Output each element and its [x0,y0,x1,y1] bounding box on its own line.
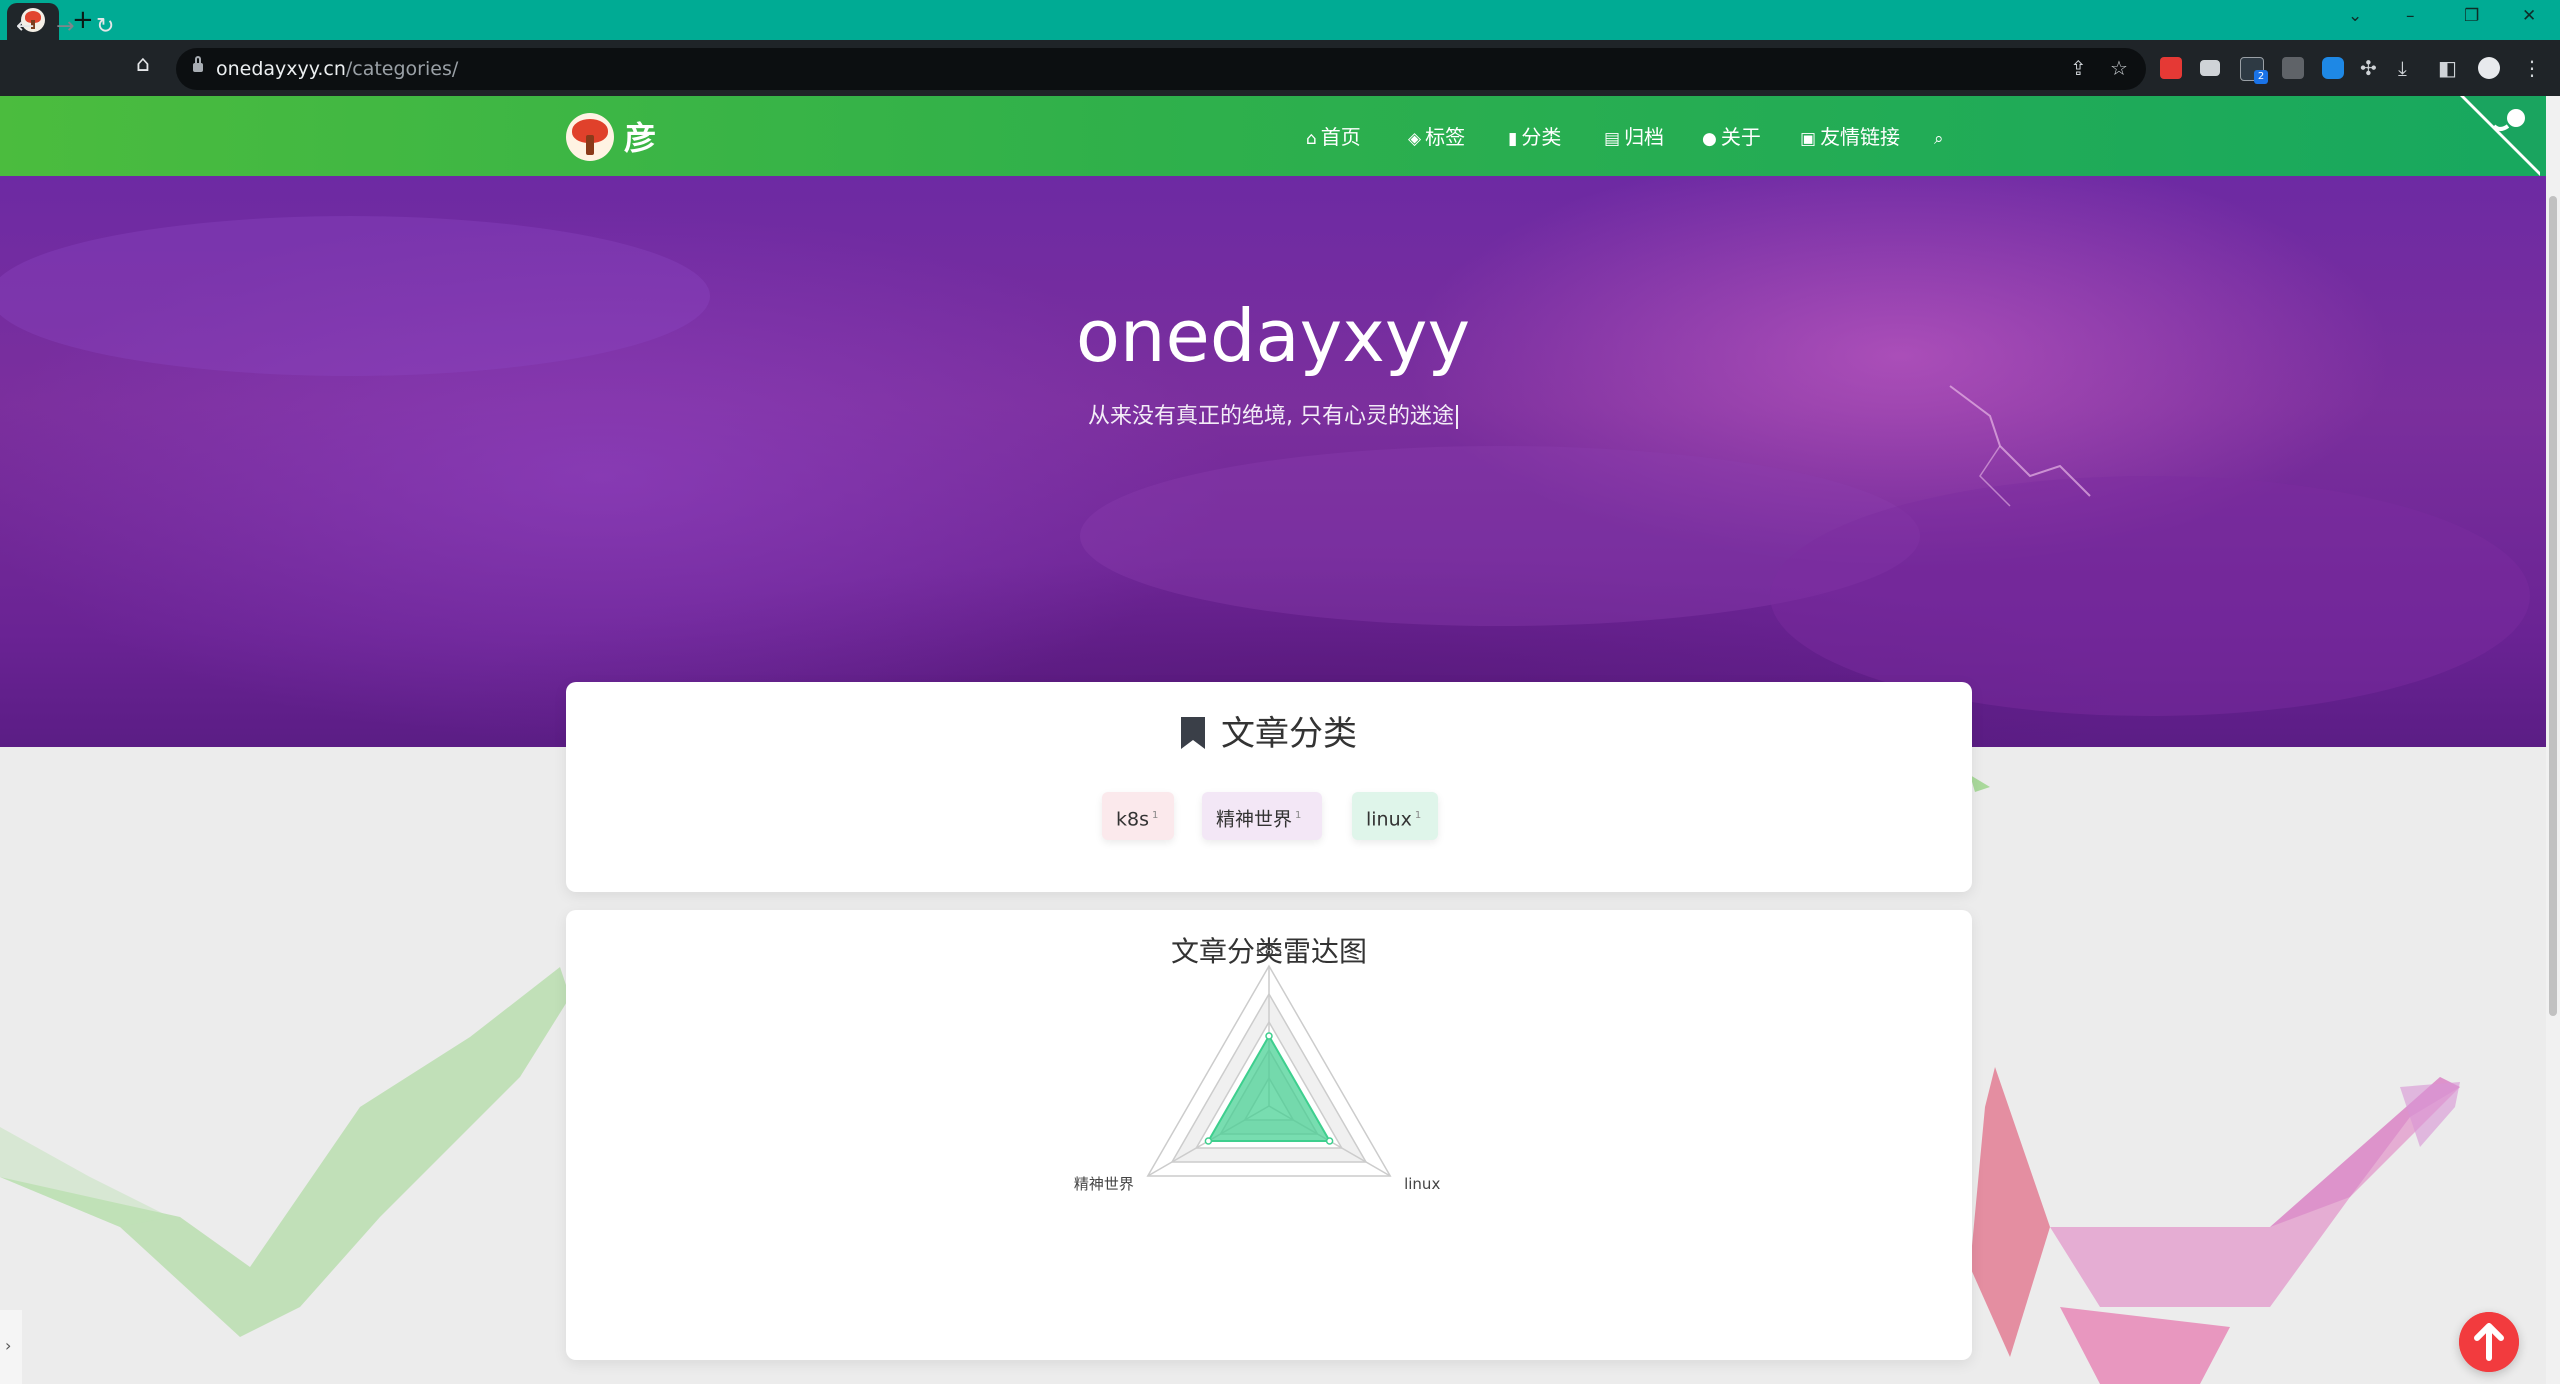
hero-subtitle: 从来没有真正的绝境, 只有心灵的迷途 [0,402,2546,432]
radar-data-point [1204,1137,1213,1145]
bookmark-icon: ▮ [1508,129,1518,149]
site-logo-icon[interactable] [566,113,614,161]
bookmark-star-icon[interactable]: ☆ [2110,56,2128,80]
radar-card: 文章分类雷达图 k8s linux 精神世界 [566,910,1972,1360]
profile-avatar-icon[interactable] [2478,57,2500,79]
extension-blue-icon[interactable] [2322,57,2344,79]
chrome-menu-icon[interactable]: ⋮ [2522,56,2542,80]
address-book-icon: ▣ [1800,129,1817,149]
site-header [0,96,2560,176]
browser-tab-bar [0,0,2560,40]
home-browser-icon[interactable]: ⌂ [136,50,150,80]
category-chip-linux[interactable]: linux 1 [1352,792,1438,840]
nav-home[interactable]: ⌂ 首页 [1306,124,1361,152]
side-panel-icon[interactable]: ◧ [2438,56,2457,80]
bookmark-heading-icon [1181,717,1205,749]
nav-tags[interactable]: ◈ 标签 [1408,124,1465,152]
search-icon: ⌕ [1934,129,1944,149]
nav-archives[interactable]: ▤ 归档 [1604,124,1664,152]
categories-card: 文章分类 k8s 1 精神世界 1 linux 1 [566,682,1972,892]
radar-indicator-label: linux [1404,1175,1440,1193]
categories-heading: 文章分类 [566,712,1972,756]
side-drawer-toggle[interactable]: › [0,1310,22,1384]
url-text[interactable]: onedayxyy.cn/categories/ [216,57,458,81]
close-window-button[interactable]: ✕ [2522,6,2536,26]
hero-clouds [0,216,2530,716]
download-icon[interactable]: ⤓ [2398,56,2407,80]
home-icon: ⌂ [1306,129,1317,149]
back-arrow-icon[interactable]: ← [16,12,34,42]
nav-friend-links[interactable]: ▣ 友情链接 [1800,124,1900,152]
hero-banner [0,176,2546,747]
radar-chart: k8s linux 精神世界 [1074,941,1441,1193]
extension-card-icon[interactable] [2200,60,2220,76]
minimize-button[interactable]: – [2406,6,2415,26]
radar-indicator-label: 精神世界 [1074,1175,1134,1193]
tags-icon: ◈ [1408,129,1422,149]
radar-indicator-label: k8s [1256,941,1282,959]
site-brand[interactable]: 彦 [624,118,656,158]
radar-data-point [1265,1032,1273,1040]
hero-title: onedayxyy [1075,294,1471,378]
nav-about[interactable]: ● 关于 [1702,124,1761,152]
extensions-puzzle-icon[interactable]: ✣ [2360,56,2377,80]
tab-search-icon[interactable]: ⌄ [2348,6,2362,26]
category-chip-jingshen[interactable]: 精神世界 1 [1202,792,1322,840]
page-scrollbar-thumb[interactable] [2549,196,2557,1016]
lock-icon[interactable] [193,56,203,73]
address-bar[interactable] [176,48,2146,90]
typing-cursor [1456,405,1458,429]
nav-categories[interactable]: ▮ 分类 [1508,124,1561,152]
search-button[interactable]: ⌕ [1934,124,1948,152]
github-corner-icon[interactable] [2460,96,2540,176]
extension-count-badge: 2 [2254,70,2268,84]
extension-red-icon[interactable] [2160,57,2182,79]
category-chip-k8s[interactable]: k8s 1 [1102,792,1174,840]
back-to-top-button[interactable] [2459,1312,2519,1372]
user-circle-icon: ● [1702,129,1717,149]
new-tab-button[interactable]: + [72,2,94,38]
forward-arrow-icon[interactable]: → [56,12,74,42]
chevron-right-icon: › [5,1336,12,1355]
extension-gray-icon[interactable] [2282,57,2304,79]
share-icon[interactable]: ⇪ [2070,56,2087,80]
reload-icon[interactable]: ↻ [96,12,114,42]
archive-icon: ▤ [1604,129,1621,149]
maximize-button[interactable]: ❐ [2464,6,2479,26]
radar-data-point [1325,1137,1334,1145]
